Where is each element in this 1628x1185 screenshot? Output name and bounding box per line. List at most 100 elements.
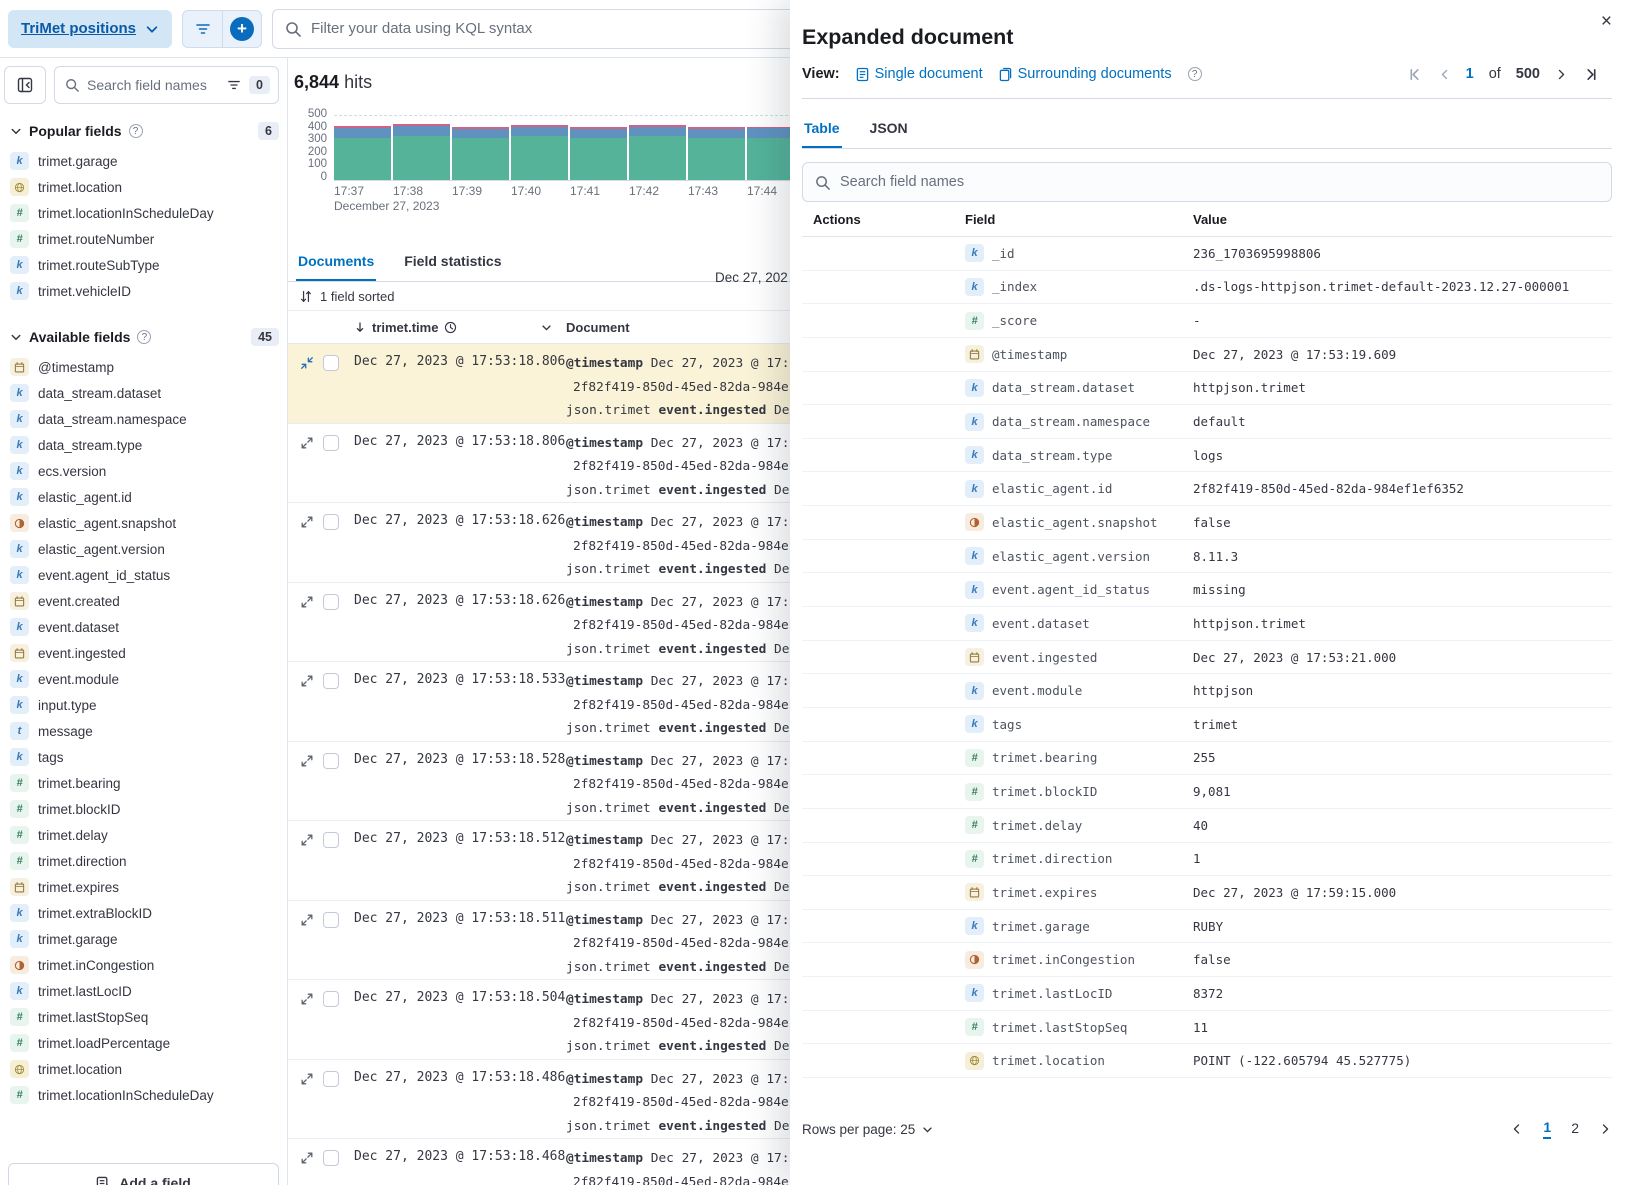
field-value-row[interactable]: kevent.modulehttpjson (802, 674, 1612, 708)
field-item[interactable]: kdata_stream.dataset (0, 380, 287, 406)
saved-query-filter-button[interactable] (183, 11, 222, 47)
row-checkbox[interactable] (323, 1150, 339, 1166)
field-value-row[interactable]: #trimet.direction1 (802, 843, 1612, 877)
field-item[interactable]: @timestamp (0, 354, 287, 380)
field-item[interactable]: kdata_stream.namespace (0, 406, 287, 432)
next-page-icon[interactable] (1555, 67, 1568, 82)
histogram-bar[interactable] (629, 125, 686, 180)
field-item[interactable]: ktags (0, 744, 287, 770)
field-item[interactable]: trimet.inCongestion (0, 952, 287, 978)
field-item[interactable]: ktrimet.garage (0, 926, 287, 952)
add-field-button[interactable]: Add a field (8, 1163, 279, 1185)
field-item[interactable]: ktrimet.garage (0, 148, 287, 174)
histogram-bar[interactable] (452, 127, 509, 180)
field-item[interactable]: #trimet.lastStopSeq (0, 1004, 287, 1030)
rows-per-page-button[interactable]: Rows per page: 25 (802, 1122, 933, 1137)
field-item[interactable]: ktrimet.extraBlockID (0, 900, 287, 926)
last-page-icon[interactable] (1583, 67, 1598, 82)
expand-document-icon[interactable] (300, 833, 314, 847)
row-checkbox[interactable] (323, 912, 339, 928)
field-item[interactable]: trimet.location (0, 1056, 287, 1082)
row-checkbox[interactable] (323, 435, 339, 451)
field-value-row[interactable]: ktrimet.lastLocID8372 (802, 977, 1612, 1011)
field-item[interactable]: #trimet.locationInScheduleDay (0, 1082, 287, 1108)
time-column-header[interactable]: trimet.time (354, 320, 566, 335)
row-checkbox[interactable] (323, 991, 339, 1007)
histogram-bar[interactable] (511, 125, 568, 180)
first-page-icon[interactable] (1408, 67, 1423, 82)
page-number-2[interactable]: 2 (1571, 1120, 1579, 1138)
field-value-row[interactable]: @timestampDec 27, 2023 @ 17:53:19.609 (802, 338, 1612, 372)
row-checkbox[interactable] (323, 673, 339, 689)
row-checkbox[interactable] (323, 355, 339, 371)
field-item[interactable]: kelastic_agent.id (0, 484, 287, 510)
field-value-row[interactable]: trimet.inCongestionfalse (802, 943, 1612, 977)
close-icon[interactable]: × (1601, 12, 1612, 31)
field-item[interactable]: tmessage (0, 718, 287, 744)
expand-document-icon[interactable] (300, 913, 314, 927)
flyout-field-search[interactable]: Search field names (802, 162, 1612, 202)
field-value-row[interactable]: trimet.locationPOINT (-122.605794 45.527… (802, 1044, 1612, 1078)
row-checkbox[interactable] (323, 1071, 339, 1087)
field-item[interactable]: #trimet.loadPercentage (0, 1030, 287, 1056)
field-item[interactable]: kevent.dataset (0, 614, 287, 640)
expand-document-icon[interactable] (300, 1072, 314, 1086)
expand-document-icon[interactable] (300, 515, 314, 529)
expand-document-icon[interactable] (300, 992, 314, 1006)
field-item[interactable]: ktrimet.lastLocID (0, 978, 287, 1004)
histogram-bar[interactable] (393, 124, 450, 180)
field-item[interactable]: kevent.agent_id_status (0, 562, 287, 588)
field-item[interactable]: event.ingested (0, 640, 287, 666)
field-item[interactable]: #trimet.delay (0, 822, 287, 848)
tab-documents[interactable]: Documents (296, 244, 376, 281)
histogram-bar[interactable] (570, 127, 627, 180)
tab-table[interactable]: Table (802, 111, 842, 148)
tab-field-statistics[interactable]: Field statistics (402, 244, 503, 281)
histogram-bar[interactable] (688, 127, 745, 180)
field-value-row[interactable]: kdata_stream.typelogs (802, 439, 1612, 473)
collapse-sidebar-button[interactable] (4, 66, 46, 104)
row-checkbox[interactable] (323, 753, 339, 769)
next-page-icon[interactable] (1599, 1122, 1612, 1136)
histogram-bar[interactable] (334, 126, 391, 180)
tab-json[interactable]: JSON (868, 111, 910, 148)
field-item[interactable]: kdata_stream.type (0, 432, 287, 458)
field-item[interactable]: trimet.expires (0, 874, 287, 900)
prev-page-icon[interactable] (1510, 1122, 1523, 1136)
data-view-picker[interactable]: TriMet positions (8, 10, 172, 48)
field-item[interactable]: kinput.type (0, 692, 287, 718)
page-number-1[interactable]: 1 (1543, 1119, 1551, 1139)
field-item[interactable]: #trimet.direction (0, 848, 287, 874)
popular-fields-header[interactable]: Popular fields ? 6 (0, 110, 287, 148)
field-value-row[interactable]: ktrimet.garageRUBY (802, 910, 1612, 944)
field-value-row[interactable]: kelastic_agent.version8.11.3 (802, 540, 1612, 574)
field-value-row[interactable]: #_score - (802, 304, 1612, 338)
field-filter-icon[interactable] (227, 79, 241, 91)
row-checkbox[interactable] (323, 514, 339, 530)
field-value-row[interactable]: kelastic_agent.id2f82f419-850d-45ed-82da… (802, 472, 1612, 506)
field-value-row[interactable]: k_id236_1703695998806 (802, 237, 1612, 271)
expand-document-icon[interactable] (300, 674, 314, 688)
surrounding-documents-link[interactable]: Surrounding documents (999, 66, 1172, 82)
expand-document-icon[interactable] (300, 595, 314, 609)
field-value-row[interactable]: #trimet.blockID9,081 (802, 775, 1612, 809)
field-item[interactable]: elastic_agent.snapshot (0, 510, 287, 536)
collapse-document-icon[interactable] (300, 356, 314, 370)
field-value-row[interactable]: kdata_stream.datasethttpjson.trimet (802, 372, 1612, 406)
field-search-input[interactable]: Search field names 0 (54, 66, 279, 104)
field-value-row[interactable]: kevent.agent_id_statusmissing (802, 573, 1612, 607)
prev-page-icon[interactable] (1438, 67, 1451, 82)
field-value-row[interactable]: #trimet.lastStopSeq11 (802, 1011, 1612, 1045)
field-value-row[interactable]: event.ingestedDec 27, 2023 @ 17:53:21.00… (802, 641, 1612, 675)
expand-document-icon[interactable] (300, 754, 314, 768)
field-value-row[interactable]: trimet.expiresDec 27, 2023 @ 17:59:15.00… (802, 876, 1612, 910)
field-item[interactable]: kelastic_agent.version (0, 536, 287, 562)
field-value-row[interactable]: kevent.datasethttpjson.trimet (802, 607, 1612, 641)
single-document-link[interactable]: Single document (856, 66, 983, 82)
field-item[interactable]: trimet.location (0, 174, 287, 200)
field-item[interactable]: kevent.module (0, 666, 287, 692)
field-item[interactable]: #trimet.blockID (0, 796, 287, 822)
add-filter-button[interactable]: + (222, 11, 261, 47)
row-checkbox[interactable] (323, 594, 339, 610)
field-value-row[interactable]: #trimet.delay40 (802, 809, 1612, 843)
